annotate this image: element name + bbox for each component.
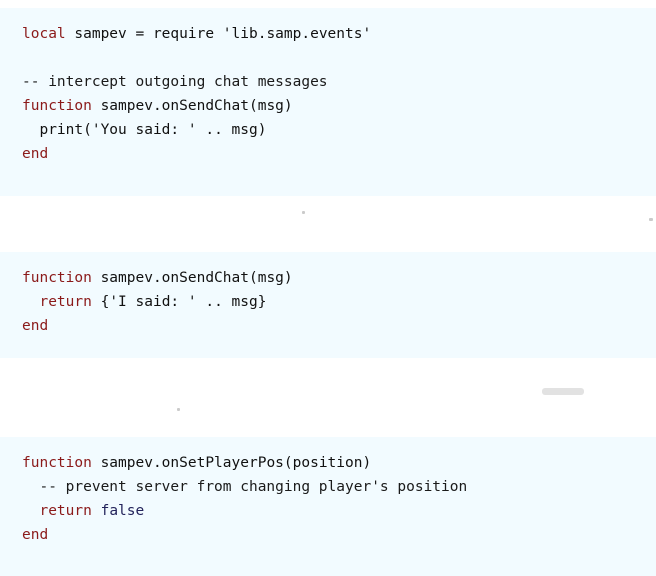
code-block-body: function sampev.onSendChat(msg) return {… [0, 252, 656, 338]
code-line: print('You said: ' .. msg) [22, 118, 656, 142]
code-token-plain: sampev.onSendChat(msg) [91, 270, 293, 286]
code-token-plain: sampev.onSetPlayerPos(position) [91, 455, 372, 471]
code-token-str: 'I said: ' [109, 294, 197, 310]
code-token-cmt: -- prevent server from changing player's… [22, 479, 468, 495]
code-token-str: 'You said: ' [91, 122, 197, 138]
code-block-body: function sampev.onSetPlayerPos(position)… [0, 437, 656, 547]
artifact-bar-1 [542, 388, 584, 395]
code-token-bool: false [100, 503, 145, 519]
code-line: end [22, 314, 656, 338]
code-token-plain: .. msg} [196, 294, 267, 310]
code-token-kw: function [22, 270, 92, 286]
code-snippet-page: local sampev = require 'lib.samp.events'… [0, 0, 656, 576]
code-line: end [22, 142, 656, 166]
code-token-str: 'lib.samp.events' [222, 26, 372, 42]
code-line: function sampev.onSetPlayerPos(position) [22, 451, 656, 475]
code-token-kw: return [39, 503, 92, 519]
code-line: return false [22, 499, 656, 523]
code-block: function sampev.onSendChat(msg) return {… [0, 252, 656, 358]
code-block-body: local sampev = require 'lib.samp.events'… [0, 8, 656, 166]
code-line: return {'I said: ' .. msg} [22, 290, 656, 314]
code-token-plain: .. msg) [196, 122, 267, 138]
code-token-kw: end [22, 146, 49, 162]
code-token-kw: return [39, 294, 92, 310]
code-token-plain: sampev = require [65, 26, 223, 42]
code-token-kw: end [22, 527, 49, 543]
code-token-kw: function [22, 455, 92, 471]
code-line: function sampev.onSendChat(msg) [22, 94, 656, 118]
code-token-kw: end [22, 318, 49, 334]
code-token-plain: print( [22, 122, 92, 138]
code-block: function sampev.onSetPlayerPos(position)… [0, 437, 656, 576]
code-token-cmt: -- intercept outgoing chat messages [22, 74, 328, 90]
code-line: function sampev.onSendChat(msg) [22, 266, 656, 290]
code-line: -- intercept outgoing chat messages [22, 70, 656, 94]
code-block: local sampev = require 'lib.samp.events'… [0, 8, 656, 196]
code-token-kw: local [22, 26, 66, 42]
code-line: local sampev = require 'lib.samp.events' [22, 22, 656, 46]
code-line: -- prevent server from changing player's… [22, 475, 656, 499]
artifact-dot-2 [649, 218, 653, 221]
code-token-kw: function [22, 98, 92, 114]
code-token-plain: { [91, 294, 110, 310]
artifact-dot-3 [177, 408, 180, 411]
code-token-plain: sampev.onSendChat(msg) [91, 98, 293, 114]
artifact-dot-1 [302, 211, 305, 214]
code-line: end [22, 523, 656, 547]
